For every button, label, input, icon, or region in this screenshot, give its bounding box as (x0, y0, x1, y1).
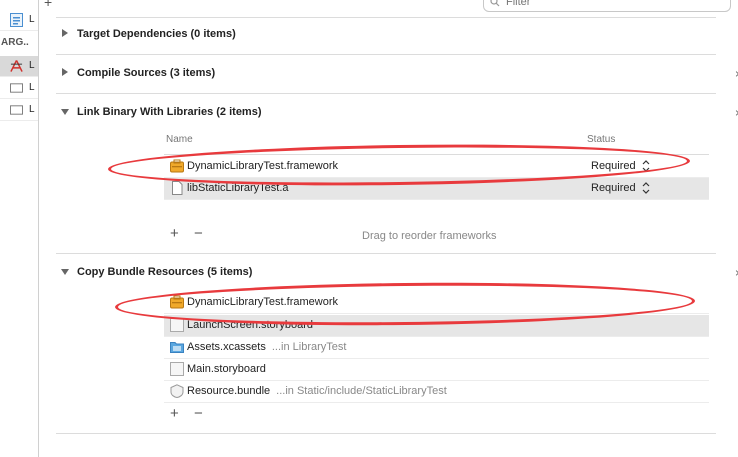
folder-icon (170, 342, 184, 353)
search-icon (490, 0, 500, 7)
phase-target-dependencies[interactable]: Target Dependencies (0 items) (56, 24, 716, 46)
status-stepper-icon[interactable] (642, 180, 650, 196)
navigator-target-row[interactable]: L (0, 78, 38, 99)
phase-compile-sources[interactable]: Compile Sources (3 items) × (56, 63, 738, 85)
link-binary-footer: + − Drag to reorder frameworks (164, 223, 709, 249)
library-target-icon (10, 83, 23, 93)
disclosure-triangle-icon[interactable] (62, 29, 68, 37)
project-navigator: L ARG.. L L L (0, 0, 39, 457)
library-name: DynamicLibraryTest.framework (187, 160, 338, 172)
resource-name: DynamicLibraryTest.framework (187, 296, 338, 308)
column-header-status[interactable]: Status (587, 134, 615, 145)
bundle-icon (170, 384, 184, 398)
copy-bundle-footer: + − (164, 403, 709, 429)
phase-title: Link Binary With Libraries (2 items) (77, 106, 262, 118)
phase-title: Target Dependencies (0 items) (77, 28, 236, 40)
divider (56, 54, 716, 55)
table-row[interactable]: Assets.xcassets ...in LibraryTest (164, 337, 709, 359)
filter-input[interactable] (504, 0, 718, 9)
resource-name: Assets.xcassets ...in LibraryTest (187, 341, 346, 353)
divider (56, 17, 716, 18)
disclosure-triangle-icon[interactable] (62, 68, 68, 76)
linked-libraries-table: Name Status DynamicLibraryTest.framework… (164, 134, 709, 204)
targets-group-label: ARG.. (1, 37, 29, 48)
drag-hint-text: Drag to reorder frameworks (362, 230, 497, 242)
app-target-icon (10, 60, 23, 72)
swift-file-icon (10, 13, 23, 27)
table-row[interactable]: Main.storyboard (164, 359, 709, 381)
divider (56, 253, 716, 254)
resource-name: Resource.bundle ...in Static/include/Stat… (187, 385, 447, 397)
storyboard-icon (170, 318, 184, 332)
library-target-icon (10, 105, 23, 115)
navigator-target-row-selected[interactable]: L (0, 56, 38, 77)
document-icon (172, 181, 183, 195)
table-row[interactable]: LaunchScreen.storyboard (164, 315, 709, 337)
resource-name: LaunchScreen.storyboard (187, 319, 313, 331)
table-header-divider (164, 154, 709, 155)
library-status[interactable]: Required (591, 160, 636, 172)
resource-name: Main.storyboard (187, 363, 266, 375)
column-header-name[interactable]: Name (166, 134, 193, 145)
disclosure-triangle-icon[interactable] (61, 109, 69, 115)
resource-file-name: Assets.xcassets (187, 341, 266, 353)
bundle-resources-table: DynamicLibraryTest.framework LaunchScree… (164, 292, 709, 406)
storyboard-icon (170, 362, 184, 376)
build-phases-editor: + Target Dependencies (0 items) Compile … (39, 0, 738, 457)
remove-resource-button[interactable]: − (194, 405, 203, 422)
table-row[interactable]: Resource.bundle ...in Static/include/Stat… (164, 381, 709, 403)
phase-copy-bundle-resources[interactable]: Copy Bundle Resources (5 items) × (56, 262, 738, 284)
filter-field[interactable] (483, 0, 731, 12)
resource-path: ...in LibraryTest (271, 341, 347, 353)
framework-icon (170, 295, 184, 309)
disclosure-triangle-icon[interactable] (61, 269, 69, 275)
table-row[interactable]: DynamicLibraryTest.framework Required (164, 156, 709, 178)
navigator-item-label: L (29, 82, 35, 93)
navigator-item-label: L (29, 104, 35, 115)
phase-link-binary[interactable]: Link Binary With Libraries (2 items) × (56, 102, 738, 124)
add-library-button[interactable]: + (170, 225, 179, 242)
table-row[interactable]: DynamicLibraryTest.framework (164, 292, 709, 314)
navigator-item-label: L (29, 14, 35, 25)
status-stepper-icon[interactable] (642, 158, 650, 174)
table-row[interactable]: libStaticLibraryTest.a Required (164, 178, 709, 200)
phase-title: Compile Sources (3 items) (77, 67, 216, 79)
framework-icon (170, 159, 184, 173)
divider (56, 93, 716, 94)
library-name: libStaticLibraryTest.a (187, 182, 289, 194)
resource-file-name: Resource.bundle (187, 385, 271, 397)
add-resource-button[interactable]: + (170, 405, 179, 422)
add-build-phase-button[interactable]: + (44, 0, 52, 10)
navigator-file-row[interactable]: L (0, 10, 38, 31)
library-status[interactable]: Required (591, 182, 636, 194)
remove-library-button[interactable]: − (194, 225, 203, 242)
resource-path: ...in Static/include/StaticLibraryTest (276, 385, 447, 397)
navigator-item-label: L (29, 60, 35, 71)
divider (56, 433, 716, 434)
phase-title: Copy Bundle Resources (5 items) (77, 266, 253, 278)
build-phases-toolbar: + (39, 0, 738, 14)
navigator-target-row[interactable]: L (0, 100, 38, 121)
